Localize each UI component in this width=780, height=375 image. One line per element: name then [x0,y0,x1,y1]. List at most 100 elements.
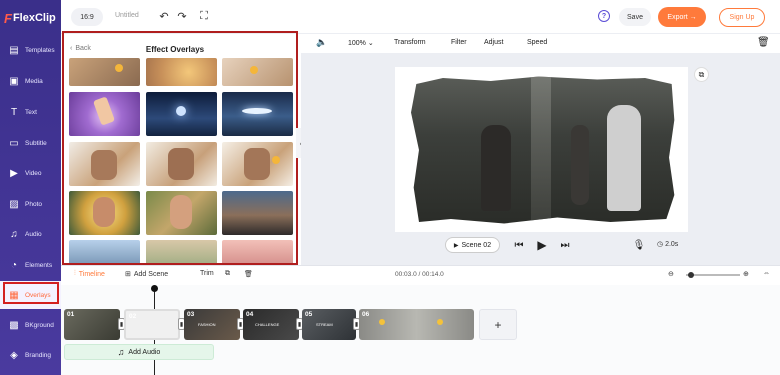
fullscreen-icon[interactable]: ⛶ [197,9,211,23]
duplicate-icon[interactable]: ⧉ [694,67,709,82]
playhead-handle[interactable] [151,285,158,292]
sidebar-item-subtitle[interactable]: ▭ Subtitle [0,129,61,157]
branding-icon: ◈ [10,349,18,361]
overlay-thumbnail[interactable] [222,142,293,186]
play-icon[interactable]: ▶ [535,238,549,252]
clock-icon: ◷ [657,241,666,248]
scene-clip[interactable]: 05 STREAM [302,309,356,340]
overlay-thumbnail[interactable] [146,191,217,235]
overlay-thumbnail[interactable] [146,58,217,86]
clip-caption: CHALLENGE [255,322,280,327]
delete-scene-icon[interactable]: 🗑 [244,270,253,278]
overlay-thumbnail[interactable] [69,92,140,136]
overlay-thumbnail[interactable] [69,142,140,186]
sidebar-item-label: Branding [25,351,52,359]
sidebar-item-photo[interactable]: ▨ Photo [0,190,61,218]
overlay-thumbnail[interactable] [69,58,140,86]
overlay-thumbnail[interactable] [146,142,217,186]
redo-icon[interactable]: ↷ [175,9,189,23]
volume-icon[interactable]: 🔈 [316,37,327,48]
add-clip-button[interactable]: + [479,309,517,340]
scene-duration[interactable]: ◷ 2.0s [657,240,678,248]
scene-selector[interactable]: ▶ Scene 02 [445,237,500,253]
video-preview[interactable] [395,67,688,232]
microphone-icon[interactable]: 🎙 [632,238,646,252]
sign-up-button[interactable]: Sign Up [719,8,765,27]
zoom-in-icon[interactable]: ⊕ [743,270,749,278]
scene-clip[interactable]: 06 [359,309,474,340]
previous-icon[interactable]: ⏮ [512,238,526,252]
overlay-thumbnail[interactable] [222,191,293,235]
overlay-thumbnail[interactable] [146,92,217,136]
text-icon: T [10,106,18,118]
overlay-thumbnail[interactable] [222,92,293,136]
video-icon: ▶ [10,167,18,179]
sidebar-item-overlays[interactable]: ▦ Overlays [0,281,61,309]
left-sidebar: F FlexClip ▤ Templates ▣ Media T Text ▭ Subtitl… [0,0,61,375]
add-scene-icon: ⊞ [125,271,131,278]
sidebar-item-label: BKground [25,321,54,329]
speed-button[interactable]: Speed [527,39,547,46]
scene-clip-selected[interactable]: 02 [124,309,180,340]
sidebar-item-bkground[interactable]: ▩ BKground [0,311,61,339]
play-small-icon: ▶ [453,242,459,249]
overlay-thumbnail[interactable] [69,240,140,264]
logo-text: FlexClip [12,12,56,24]
overlay-thumbnail[interactable] [69,191,140,235]
music-note-icon: ♫ [117,347,125,357]
sidebar-item-elements[interactable]: ◔ Elements [0,251,61,279]
overlay-thumbnail[interactable] [222,58,293,86]
sidebar-item-video[interactable]: ▶ Video [0,159,61,187]
flexclip-logo[interactable]: F FlexClip [4,10,60,26]
sidebar-item-media[interactable]: ▣ Media [0,67,61,95]
add-scene-button[interactable]: ⊞ Add Scene [125,270,168,279]
clip-number: 06 [362,311,370,318]
clip-caption: STREAM [316,322,333,327]
sidebar-item-label: Media [25,77,43,85]
flexclip-editor: F FlexClip ▤ Templates ▣ Media T Text ▭ Subtitl… [0,0,780,375]
timeline-tab[interactable]: ⫶ Timeline [74,270,105,278]
clip-badge [437,319,443,325]
sidebar-item-label: Elements [25,261,53,269]
add-audio-label: Add Audio [128,348,161,356]
trash-icon[interactable]: 🗑 [757,37,770,48]
media-icon: ▣ [9,75,19,87]
sidebar-item-branding[interactable]: ◈ Branding [0,341,61,369]
scene-clip[interactable]: 01 [64,309,120,340]
zoom-out-icon[interactable]: ⊖ [668,270,674,278]
zoom-dropdown[interactable]: 100% ⌄ [348,39,374,47]
logo-mark: F [4,10,12,26]
overlays-icon: ▦ [9,289,19,301]
scene-clip[interactable]: 04 CHALLENGE [243,309,299,340]
copy-scene-icon[interactable]: ⧉ [225,270,230,278]
project-title[interactable]: Untitled [115,12,139,19]
zoom-slider[interactable] [686,274,740,276]
timecode: 00:03.0 / 00:14.0 [395,271,444,278]
overlay-thumbnail[interactable] [146,240,217,264]
back-button[interactable]: ‹ Back [70,45,91,52]
sidebar-item-audio[interactable]: ♫ Audio [0,220,61,248]
chevron-down-icon: ⌄ [367,40,374,47]
sidebar-item-templates[interactable]: ▤ Templates [0,36,61,64]
aspect-ratio-button[interactable]: 16:9 [71,8,103,26]
add-audio-button[interactable]: ♫ Add Audio [64,344,214,360]
sidebar-item-label: Video [25,169,42,177]
scene-clip[interactable]: 03 FASHION [184,309,240,340]
adjust-button[interactable]: Adjust [484,39,503,46]
zoom-value: 100% [348,40,366,47]
next-icon[interactable]: ⏭ [558,238,572,252]
zoom-slider-handle[interactable] [688,272,694,278]
scene-label: Scene 02 [461,241,492,249]
help-icon[interactable]: ? [598,10,610,22]
overlay-thumbnail[interactable] [222,240,293,264]
clip-badge [379,319,385,325]
top-bar: 16:9 Untitled ↶ ↷ ⛶ ? Save Export → Sign… [61,0,780,34]
transform-button[interactable]: Transform [394,39,426,46]
filter-button[interactable]: Filter [451,39,467,46]
trim-button[interactable]: Trim [200,270,214,277]
sidebar-item-text[interactable]: T Text [0,98,61,126]
save-button[interactable]: Save [619,8,651,26]
fit-timeline-icon[interactable]: ⇔ [763,270,770,277]
export-button[interactable]: Export → [658,7,706,27]
undo-icon[interactable]: ↶ [157,9,171,23]
